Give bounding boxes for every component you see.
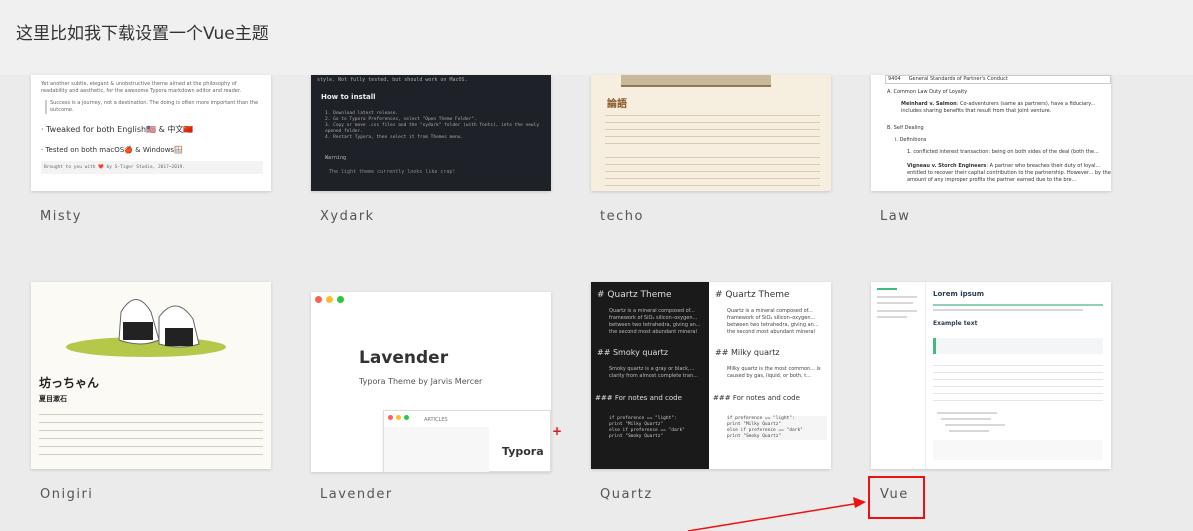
law-case-2: Vigneau v. Storch Engineers: A partner w…	[907, 163, 1111, 184]
law-table-row: 9404 General Standards of Partner's Cond…	[885, 75, 1111, 84]
quartz-light-title: # Quartz Theme	[715, 290, 790, 300]
quartz-code-line-4: print "Smoky Quartz"	[727, 434, 782, 439]
quartz-dark-h2-text: Smoky quartz	[612, 348, 669, 357]
quartz-light-code: if preference == "light": print "Milky Q…	[727, 416, 827, 440]
quartz-code-line-4: print "Smoky Quartz"	[609, 434, 664, 439]
onigiri-illustration	[66, 299, 226, 357]
xydark-steps: 1. Download latest release. 2. Go to Typ…	[325, 111, 545, 141]
law-section-b: B. Self Dealing	[887, 125, 924, 131]
theme-name-lavender[interactable]: Lavender	[320, 487, 393, 502]
onigiri-author: 夏目漱石	[39, 395, 67, 403]
vue-tip-block	[933, 338, 1103, 354]
window-close-dot	[315, 296, 322, 303]
quartz-dark-code: if preference == "light": print "Milky Q…	[609, 416, 705, 440]
law-definition-1: 1. conflicted interest transaction: bein…	[907, 149, 1099, 155]
law-case-2-name: Vigneau v. Storch Engineers	[907, 163, 987, 169]
add-theme-plus[interactable]: +	[552, 424, 562, 438]
quartz-light-intro: Quartz is a mineral composed of... frame…	[727, 308, 819, 335]
onigiri-text-block	[39, 409, 263, 459]
vue-example-heading: Example text	[933, 320, 978, 327]
misty-paragraph: Yet another subtle, elegant & unobstruct…	[41, 81, 242, 94]
window-minimize-dot	[326, 296, 333, 303]
quartz-light-h2-text: Milky quartz	[730, 348, 780, 357]
law-definitions: i. Definitions	[895, 137, 927, 143]
lavender-sidebar-window: ARTICLES Typora	[383, 410, 551, 472]
vue-table	[933, 360, 1103, 404]
xydark-heading: How to install	[321, 93, 376, 101]
lavender-subtitle: Typora Theme by Jarvis Mercer	[359, 377, 483, 386]
quartz-dark-h3-text: For notes and code	[614, 394, 682, 402]
highlight-box-vue	[868, 476, 925, 519]
theme-name-xydark[interactable]: Xydark	[320, 209, 375, 224]
quartz-light-h3-text: For notes and code	[732, 394, 800, 402]
techo-header-image	[621, 75, 771, 87]
window-maximize-dot	[337, 296, 344, 303]
quartz-light-h3: ### For notes and code	[713, 394, 800, 402]
lavender-articles-label: ARTICLES	[424, 417, 448, 423]
quartz-dark-h2: ## Smoky quartz	[597, 348, 669, 357]
theme-name-quartz[interactable]: Quartz	[600, 487, 653, 502]
xydark-warning-text: The light theme currently looks like cra…	[329, 169, 456, 175]
law-section-a: A. Common Law Duty of Loyalty	[887, 89, 968, 95]
techo-text-block-1	[605, 111, 820, 145]
misty-bullet-2: · Tested on both macOS🍎 & Windows🪟	[41, 146, 183, 154]
quartz-light-title-text: Quartz Theme	[725, 290, 790, 300]
theme-preview-onigiri: 坊っちゃん 夏目漱石	[31, 282, 271, 469]
misty-quote: Success is a journey, not a destination.…	[45, 100, 259, 114]
quartz-dark-title-text: Quartz Theme	[607, 290, 672, 300]
techo-text-block-2	[605, 153, 820, 187]
vue-title: Lorem ipsum	[933, 290, 985, 298]
theme-name-techo[interactable]: techo	[600, 209, 644, 224]
window-minimize-dot	[396, 415, 401, 420]
theme-preview-vue: Lorem ipsum Example text	[871, 282, 1111, 469]
xydark-step-3: 3. Copy or move .css files and the "xyda…	[325, 123, 540, 134]
quartz-dark-h3: ### For notes and code	[595, 394, 682, 402]
theme-name-law[interactable]: Law	[880, 209, 910, 224]
quartz-dark-pane: # Quartz Theme Quartz is a mineral compo…	[591, 282, 709, 469]
vue-sidebar	[871, 282, 926, 469]
onigiri-title: 坊っちゃん	[39, 376, 100, 390]
theme-preview-misty: Yet another subtle, elegant & unobstruct…	[31, 75, 271, 191]
misty-bullet-1: · Tweaked for both English🇺🇸 & 中文🇨🇳	[41, 125, 194, 134]
law-row-text: General Standards of Partner's Conduct	[908, 76, 1008, 82]
quartz-dark-smoky: Smoky quartz is a gray or black,... clar…	[609, 366, 698, 379]
xydark-warning: Warning	[325, 155, 347, 161]
lavender-article-list	[384, 427, 489, 472]
theme-gallery: Yet another subtle, elegant & unobstruct…	[0, 75, 1193, 531]
law-row-code: 9404	[888, 76, 901, 82]
window-maximize-dot	[404, 415, 409, 420]
theme-preview-quartz: # Quartz Theme Quartz is a mineral compo…	[591, 282, 831, 469]
law-case-1-name: Meinhard v. Salmon	[901, 101, 957, 107]
quartz-light-h2: ## Milky quartz	[715, 348, 780, 357]
lavender-typora-label: Typora	[502, 445, 544, 458]
misty-footer: Brought to you with ❤️ by S-Tiger Studio…	[41, 161, 263, 174]
law-case-1: Meinhard v. Salmon: Co-adventurers (same…	[901, 101, 1111, 115]
vue-code-block	[933, 440, 1103, 460]
quartz-dark-title: # Quartz Theme	[597, 290, 672, 300]
theme-preview-techo: 論語	[591, 75, 831, 191]
intro-text: 这里比如我下载设置一个Vue主题	[16, 24, 269, 44]
theme-name-onigiri[interactable]: Onigiri	[40, 487, 93, 502]
theme-preview-lavender: Lavender Typora Theme by Jarvis Mercer A…	[311, 292, 551, 472]
theme-preview-xydark: style. Not fully tested, but should work…	[311, 75, 551, 191]
techo-heading: 論語	[607, 99, 627, 110]
theme-preview-law: 9404 General Standards of Partner's Cond…	[871, 75, 1111, 191]
window-close-dot	[388, 415, 393, 420]
xydark-step-4: 4. Restart Typora, then select it from T…	[325, 135, 464, 140]
theme-name-misty[interactable]: Misty	[40, 209, 82, 224]
quartz-dark-intro: Quartz is a mineral composed of... frame…	[609, 308, 701, 335]
lavender-title: Lavender	[359, 348, 449, 368]
quartz-light-milky: Milky quartz is the most common... is ca…	[727, 366, 821, 379]
xydark-top: style. Not fully tested, but should work…	[317, 77, 468, 83]
